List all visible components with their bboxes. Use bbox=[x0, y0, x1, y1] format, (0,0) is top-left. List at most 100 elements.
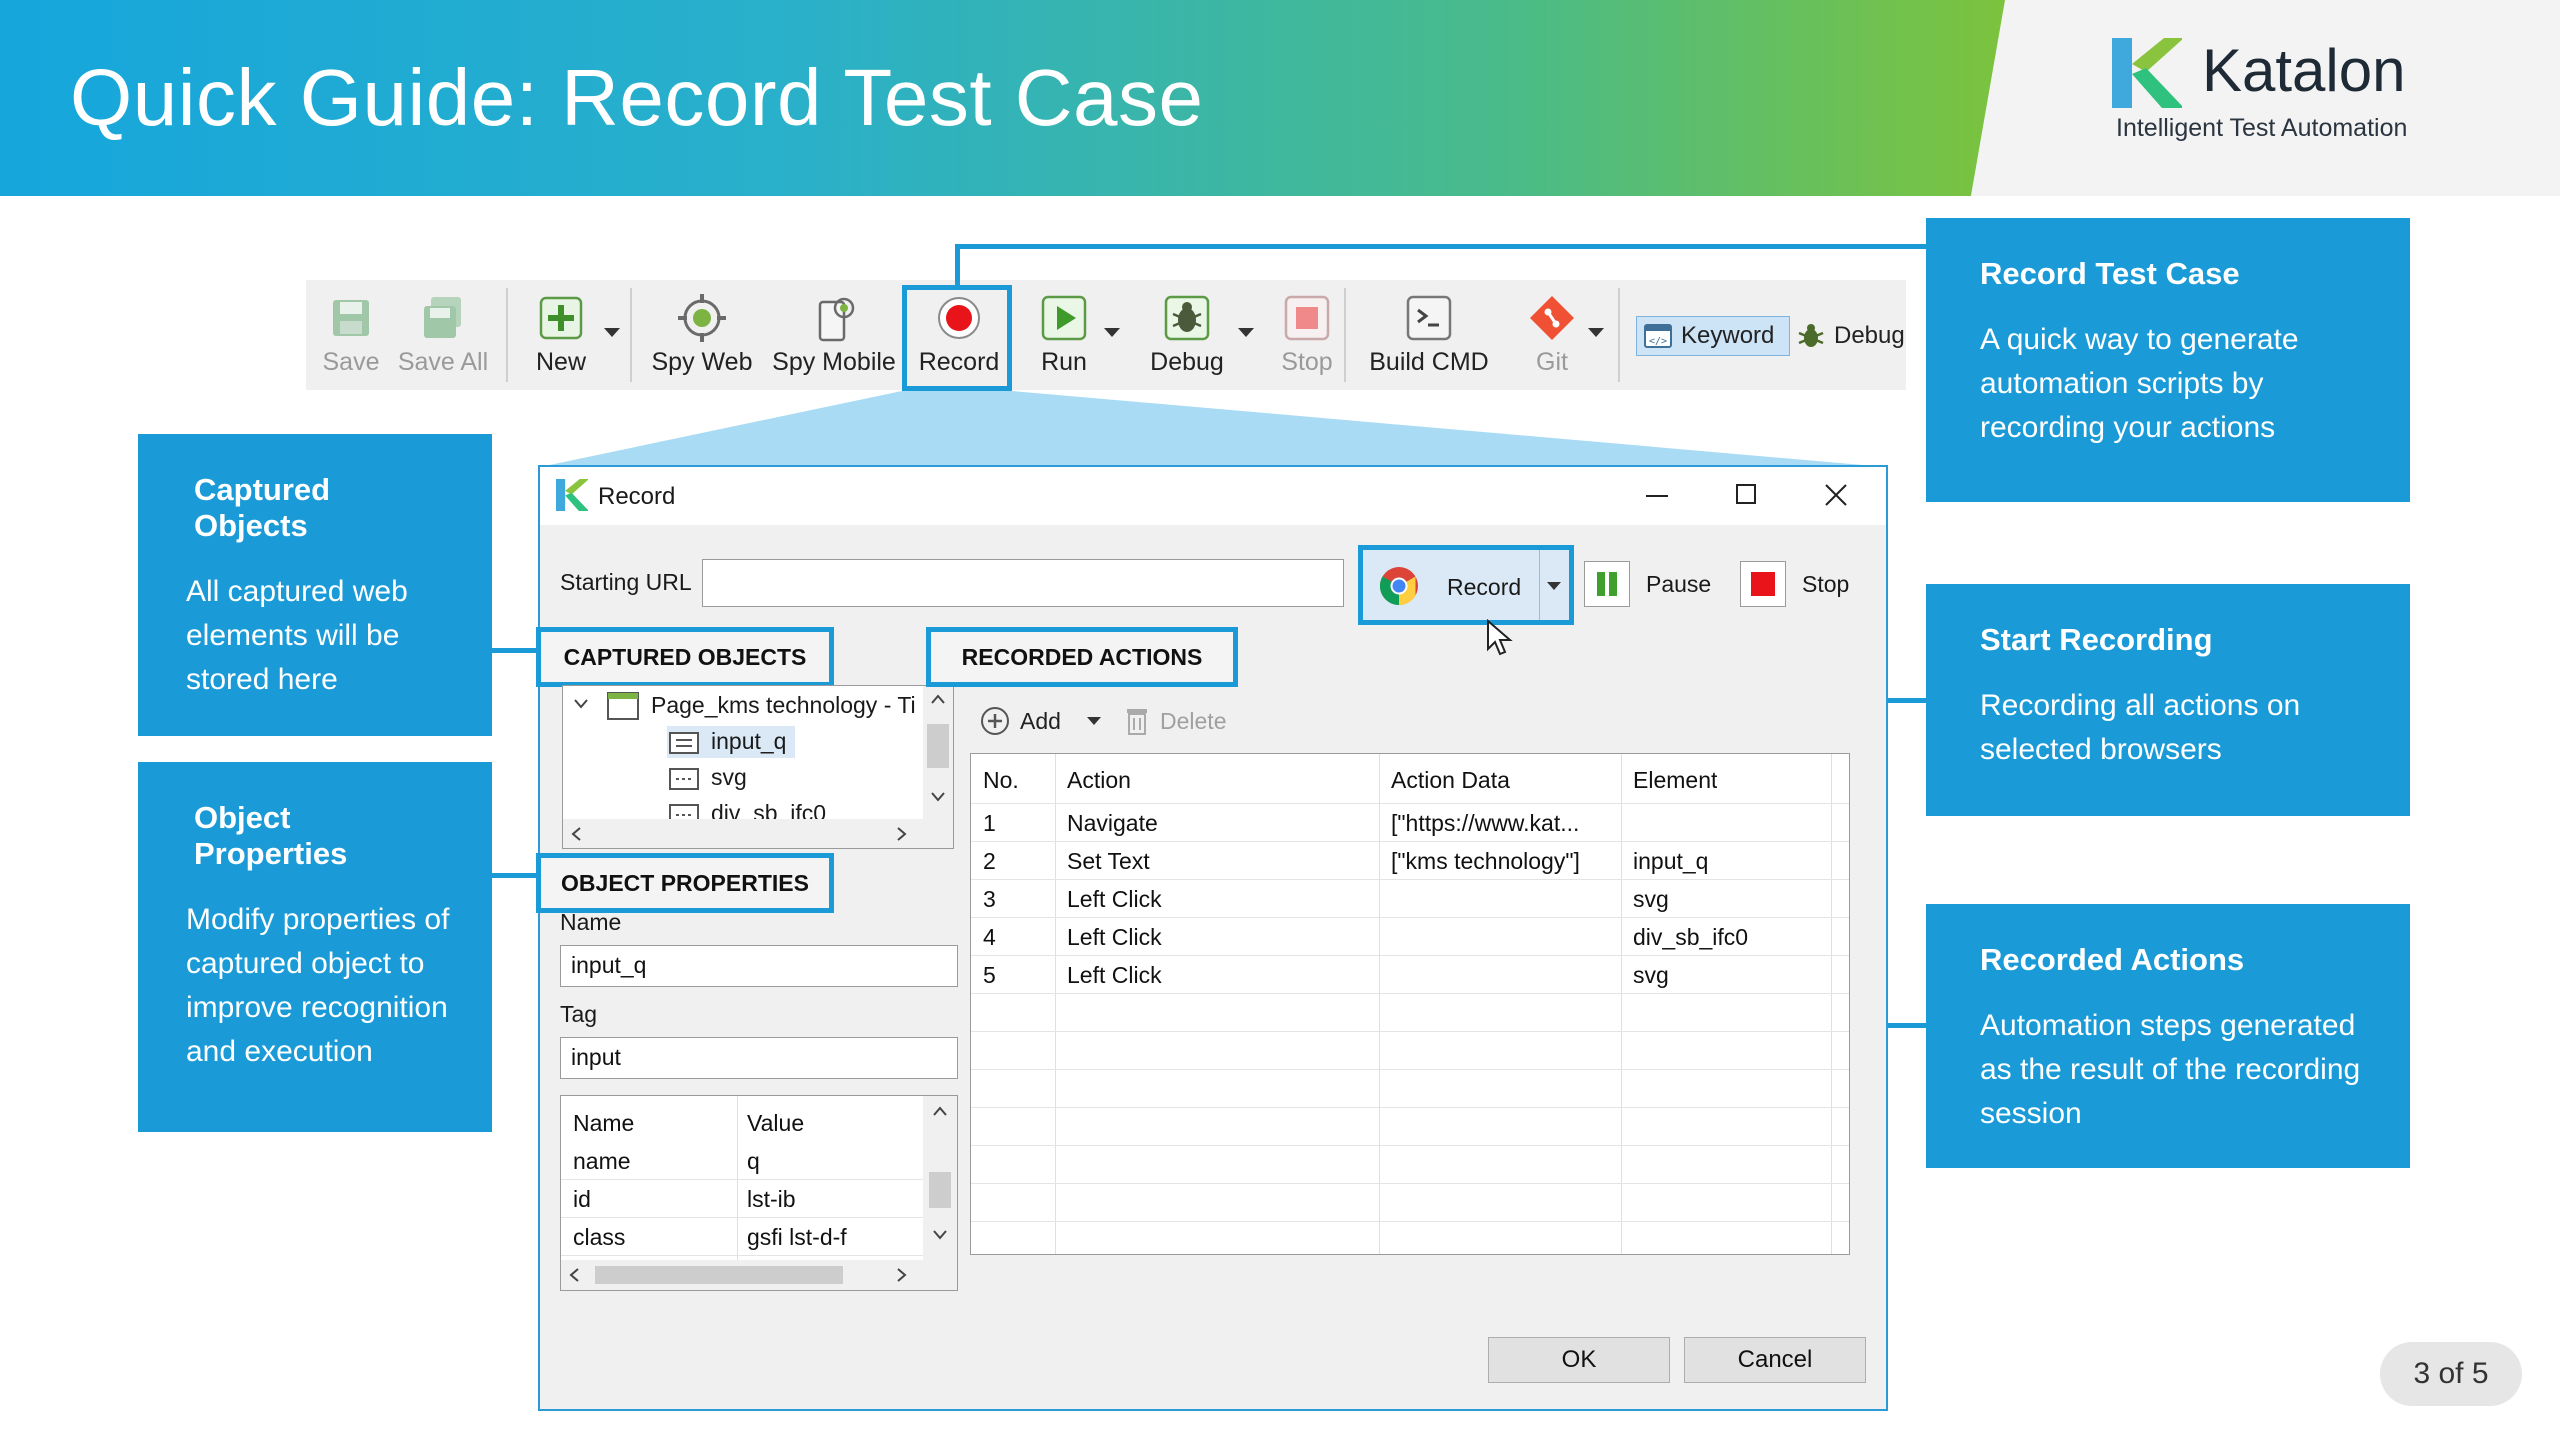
props-vscrollbar[interactable] bbox=[923, 1096, 957, 1260]
page-indicator: 3 of 5 bbox=[2380, 1342, 2522, 1406]
chevron-left-icon[interactable] bbox=[569, 1268, 579, 1282]
captured-objects-tree: Page_kms technology - Ti input_q svg div… bbox=[562, 685, 954, 821]
chevron-up-icon[interactable] bbox=[933, 1106, 947, 1116]
element-icon bbox=[669, 768, 699, 790]
save-all-icon bbox=[424, 297, 461, 338]
terminal-icon bbox=[1406, 295, 1452, 341]
callout-record-test-case: Record Test Case A quick way to generate… bbox=[1926, 218, 2410, 502]
tree-item[interactable]: svg bbox=[711, 764, 747, 791]
run-dropdown-caret[interactable] bbox=[1104, 328, 1120, 337]
bug-icon bbox=[1798, 324, 1824, 347]
minimize-icon[interactable] bbox=[1646, 495, 1668, 497]
save-button[interactable]: Save bbox=[316, 280, 386, 390]
spy-mobile-button[interactable]: Spy Mobile bbox=[766, 280, 902, 390]
chevron-right-icon[interactable] bbox=[897, 1268, 907, 1282]
git-button[interactable]: Git bbox=[1512, 280, 1592, 390]
maximize-icon[interactable] bbox=[1736, 484, 1756, 504]
spy-web-button[interactable]: Spy Web bbox=[640, 280, 764, 390]
callout-object-properties: Object Properties Modify properties of c… bbox=[138, 762, 492, 1132]
plus-icon bbox=[539, 296, 583, 340]
record-browser-button[interactable]: Record bbox=[1358, 545, 1574, 625]
close-icon[interactable] bbox=[1824, 483, 1848, 507]
toolbar-separator bbox=[506, 288, 508, 382]
git-icon bbox=[1530, 296, 1574, 340]
chevron-left-icon[interactable] bbox=[571, 827, 581, 841]
table-row[interactable]: 1 Navigate ["https://www.kat... bbox=[971, 804, 1849, 842]
katalon-app-icon bbox=[556, 479, 588, 511]
trash-icon bbox=[1127, 709, 1147, 735]
debug-dropdown-caret[interactable] bbox=[1238, 328, 1254, 337]
debug-perspective-button[interactable]: Debug bbox=[1796, 316, 1906, 356]
name-input[interactable]: input_q bbox=[560, 945, 958, 987]
stop-record-button[interactable] bbox=[1740, 561, 1786, 607]
git-dropdown-caret[interactable] bbox=[1588, 328, 1604, 337]
pause-button[interactable] bbox=[1584, 561, 1630, 607]
table-row[interactable] bbox=[971, 1184, 1849, 1222]
properties-table: Name Value name q id lst-ib class gsfi l… bbox=[560, 1095, 958, 1291]
stop-button[interactable]: Stop bbox=[1266, 280, 1348, 390]
chevron-down-icon[interactable] bbox=[933, 1230, 947, 1240]
table-row[interactable] bbox=[971, 994, 1849, 1032]
tree-item[interactable]: div_sb_ifc0 bbox=[711, 800, 826, 820]
run-button[interactable]: Run bbox=[1016, 280, 1112, 390]
stop-icon bbox=[1751, 572, 1775, 596]
tree-item[interactable]: input_q bbox=[711, 728, 786, 755]
tree-vscrollbar[interactable] bbox=[923, 686, 953, 820]
table-row[interactable]: 3 Left Click svg bbox=[971, 880, 1849, 918]
logo-name: Katalon bbox=[2202, 37, 2406, 104]
chrome-icon bbox=[1379, 567, 1418, 606]
katalon-logo-icon bbox=[2112, 38, 2182, 108]
dialog-title: Record bbox=[598, 483, 676, 510]
table-row[interactable]: name q bbox=[561, 1142, 957, 1180]
tree-page-node[interactable]: Page_kms technology - Ti bbox=[651, 692, 921, 719]
callout-captured-objects: Captured Objects All captured web elemen… bbox=[138, 434, 492, 736]
chevron-right-icon[interactable] bbox=[897, 827, 907, 841]
table-row[interactable] bbox=[971, 1108, 1849, 1146]
table-row[interactable] bbox=[971, 1032, 1849, 1070]
chevron-down-icon[interactable] bbox=[573, 698, 589, 710]
new-button[interactable]: New bbox=[516, 280, 606, 390]
cancel-button[interactable]: Cancel bbox=[1684, 1337, 1866, 1383]
chevron-down-icon[interactable] bbox=[931, 792, 945, 802]
table-row[interactable] bbox=[971, 1070, 1849, 1108]
object-properties-header: OBJECT PROPERTIES bbox=[536, 853, 834, 913]
captured-objects-header: CAPTURED OBJECTS bbox=[536, 627, 834, 687]
spy-web-icon bbox=[678, 294, 726, 342]
ok-button[interactable]: OK bbox=[1488, 1337, 1670, 1383]
keyword-icon: </> bbox=[1644, 324, 1672, 348]
mouse-cursor-icon bbox=[1487, 619, 1513, 656]
keyword-perspective-button[interactable]: </> Keyword bbox=[1636, 316, 1790, 356]
tag-input[interactable]: input bbox=[560, 1037, 958, 1079]
tree-hscrollbar[interactable] bbox=[562, 819, 954, 849]
starting-url-input[interactable] bbox=[702, 559, 1344, 607]
add-dropdown-caret[interactable] bbox=[1086, 717, 1101, 725]
add-action-button[interactable]: Add bbox=[980, 699, 1120, 743]
new-dropdown-caret[interactable] bbox=[604, 328, 620, 337]
chevron-up-icon[interactable] bbox=[931, 694, 945, 704]
starting-url-label: Starting URL bbox=[560, 569, 692, 595]
debug-button[interactable]: Debug bbox=[1132, 280, 1242, 390]
table-row[interactable] bbox=[971, 1146, 1849, 1184]
table-row[interactable]: 5 Left Click svg bbox=[971, 956, 1849, 994]
svg-text:</>: </> bbox=[1649, 336, 1667, 347]
table-row[interactable]: id lst-ib bbox=[561, 1180, 957, 1218]
table-row[interactable]: 4 Left Click div_sb_ifc0 bbox=[971, 918, 1849, 956]
save-all-button[interactable]: Save All bbox=[388, 280, 498, 390]
build-cmd-button[interactable]: Build CMD bbox=[1354, 280, 1504, 390]
callout-recorded-actions: Recorded Actions Automation steps genera… bbox=[1926, 904, 2410, 1168]
stop-label: Stop bbox=[1802, 571, 1850, 597]
record-dialog: Record Starting URL Record Pause Stop CA… bbox=[536, 465, 1888, 1411]
page-icon bbox=[607, 692, 639, 720]
dialog-titlebar: Record bbox=[540, 467, 1886, 525]
table-row[interactable]: class gsfi lst-d-f bbox=[561, 1218, 957, 1256]
toolbar-separator bbox=[1618, 288, 1620, 382]
pause-label: Pause bbox=[1646, 571, 1712, 597]
toolbar-separator bbox=[630, 288, 632, 382]
delete-action-button[interactable]: Delete bbox=[1124, 699, 1244, 743]
recorded-actions-table: No. Action Action Data Element 1 Navigate… bbox=[970, 753, 1850, 1255]
table-header-row: No. Action Action Data Element bbox=[971, 756, 1849, 804]
props-hscrollbar[interactable] bbox=[561, 1260, 957, 1290]
record-browser-dropdown[interactable] bbox=[1547, 582, 1561, 590]
recorded-actions-header: RECORDED ACTIONS bbox=[926, 627, 1238, 687]
table-row[interactable]: 2 Set Text ["kms technology"] input_q bbox=[971, 842, 1849, 880]
